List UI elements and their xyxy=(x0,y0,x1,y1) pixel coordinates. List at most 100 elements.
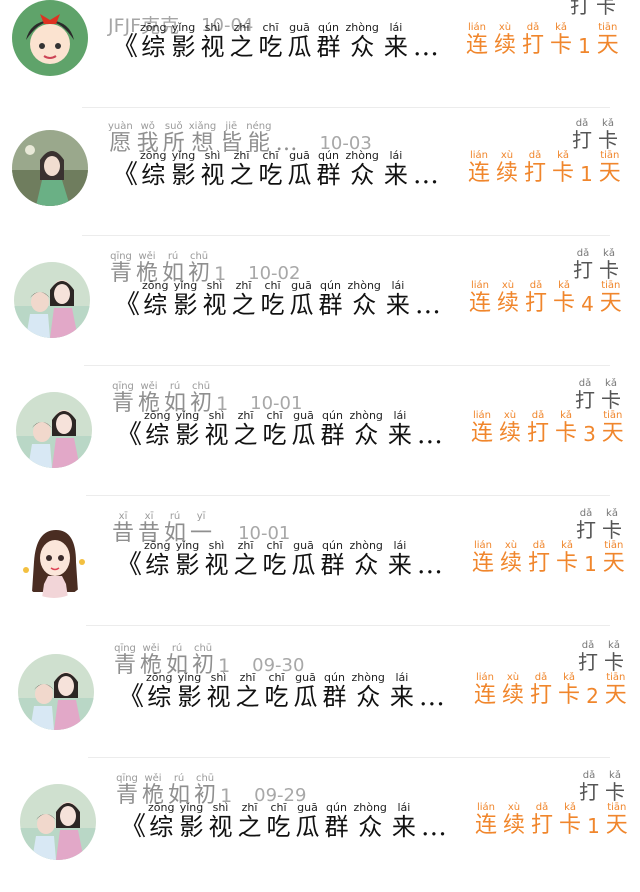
pinyin: zōng xyxy=(142,279,169,292)
hanzi: 天 xyxy=(599,291,622,316)
ruby-char: zōng 综 xyxy=(140,150,166,189)
hanzi: 影 xyxy=(171,33,196,61)
checkin-label[interactable]: dǎ打 kǎ卡 xyxy=(579,770,631,803)
streak-days: 1 xyxy=(580,162,593,186)
post-title[interactable]: 《 zōng 综 yǐng 影 shì 视 zhī 之 chī 吃 guā 瓜 qún 群 zhòng 众 lái… xyxy=(120,802,447,841)
hanzi: 群 xyxy=(318,291,343,319)
hanzi: 天 xyxy=(596,33,619,58)
avatar[interactable] xyxy=(16,392,92,468)
avatar[interactable] xyxy=(18,654,94,730)
post-title[interactable]: 《 zōng 综 yǐng 影 shì 视 zhī 之 chī 吃 guā 瓜 qún 群 zhòng 众 lái… xyxy=(116,540,443,579)
checkin-label[interactable]: dǎ打 kǎ卡 xyxy=(570,0,622,17)
pinyin: zhī xyxy=(239,671,256,684)
pinyin: zhī xyxy=(235,279,252,292)
pinyin: tiān xyxy=(606,672,626,683)
hanzi: 卡 xyxy=(558,683,581,708)
ruby-char: dǎ打 xyxy=(570,0,590,17)
hanzi: 群 xyxy=(316,33,341,61)
hanzi: 影 xyxy=(179,813,204,841)
avatar[interactable] xyxy=(16,522,92,598)
checkin-label[interactable]: dǎ打 kǎ卡 xyxy=(573,248,625,281)
hanzi: 之 xyxy=(231,291,256,319)
avatar[interactable] xyxy=(12,0,88,76)
streak-badge: lián 连 xù 续 dǎ 打 kǎ 卡 4 tiān 天 xyxy=(469,280,628,317)
ruby-char: xù 续 xyxy=(497,280,519,317)
pinyin: zōng xyxy=(146,671,173,684)
hanzi: 打 xyxy=(575,388,595,412)
ruby-char: zōng 综 xyxy=(148,802,174,841)
pinyin: lái xyxy=(391,279,405,292)
pinyin: yǐng xyxy=(179,801,204,814)
ruby-char: qún 群 xyxy=(320,410,344,449)
ruby-char: dǎ打 xyxy=(576,508,596,541)
ruby-char: zōng 综 xyxy=(142,280,168,319)
feed-item[interactable]: qīng 青 wěi 桅 rú 如 chū 初 1 09-30 dǎ 打 kǎ 卡《 zōng 综 yǐng 影 s… xyxy=(0,632,640,762)
title-bracket: 《 xyxy=(114,290,141,320)
pinyin: kǎ xyxy=(560,410,573,421)
ruby-char: tiān 天 xyxy=(600,280,622,317)
hanzi: 连 xyxy=(474,683,497,708)
pinyin: guā xyxy=(293,539,314,552)
feed-item[interactable]: yuàn 愿 wǒ 我 suǒ 所 xiǎng 想 jiē 皆 néng 能… 10-03 dǎ 打 kǎ 卡《… xyxy=(0,110,640,240)
hanzi: 卡 xyxy=(559,813,582,838)
ruby-char: yǐng 影 xyxy=(175,540,199,579)
hanzi: 打 xyxy=(579,780,599,804)
hanzi: 影 xyxy=(173,291,198,319)
pinyin: chī xyxy=(262,21,279,34)
feed-item[interactable]: JFJF克克10-04dǎ打kǎ卡《zōng综yǐng影shì视zhī之chī吃… xyxy=(0,0,640,112)
pinyin: guā xyxy=(289,21,310,34)
ruby-char: kǎ卡 xyxy=(605,770,625,803)
ruby-char: kǎ卡 xyxy=(556,540,578,577)
ruby-char: yǐng 影 xyxy=(177,672,201,711)
post-title[interactable]: 《 zōng 综 yǐng 影 shì 视 zhī 之 chī 吃 guā 瓜 qún 群 zhòng 众 lái… xyxy=(118,672,445,711)
post-title[interactable]: 《 zōng 综 yǐng 影 shì 视 zhī 之 chī 吃 guā 瓜 qún 群 zhòng 众 lái… xyxy=(116,410,443,449)
hanzi: 天 xyxy=(601,421,624,446)
hanzi: 天 xyxy=(604,683,627,708)
post-title[interactable]: 《 zōng 综 yǐng 影 shì 视 zhī 之 chī 吃 guā 瓜 qún 群 zhòng 众 lái… xyxy=(112,150,439,189)
hanzi: 影 xyxy=(171,161,196,189)
checkin-label[interactable]: dǎ打 kǎ卡 xyxy=(575,378,627,411)
pinyin: zhòng xyxy=(353,801,387,814)
hanzi: 视 xyxy=(204,551,229,579)
hanzi: 连 xyxy=(468,161,491,186)
pinyin: chī xyxy=(266,539,283,552)
ruby-char: tiān 天 xyxy=(602,410,624,447)
ruby-char: lián 连 xyxy=(468,150,490,187)
pinyin: kǎ xyxy=(557,150,570,161)
ruby-char: tiān 天 xyxy=(599,150,621,187)
post-title[interactable]: 《 zōng 综 yǐng 影 shì 视 zhī 之 chī 吃 guā 瓜 qún 群 zhòng 众 lái… xyxy=(112,22,439,61)
pinyin: xù xyxy=(506,672,520,683)
ruby-char: shì 视 xyxy=(208,802,232,841)
avatar[interactable] xyxy=(14,262,90,338)
avatar[interactable] xyxy=(20,784,96,860)
checkin-label[interactable]: dǎ打 kǎ卡 xyxy=(576,508,628,541)
pinyin: dǎ xyxy=(528,150,542,161)
pinyin: qún xyxy=(318,21,339,34)
feed-item[interactable]: qīng 青 wěi 桅 rú 如 chū 初 1 10-02 dǎ 打 kǎ 卡《 zōng 综 yǐng 影 s… xyxy=(0,240,640,370)
ruby-char: lái 来 xyxy=(386,280,410,319)
ruby-char: guā 瓜 xyxy=(295,802,319,841)
title-ellipsis: … xyxy=(412,160,439,190)
hanzi: 来 xyxy=(387,421,412,449)
title-ellipsis: … xyxy=(416,420,443,450)
ruby-char: yǐng 影 xyxy=(175,410,199,449)
ruby-char: guā 瓜 xyxy=(287,150,311,189)
pinyin: zhòng xyxy=(349,539,383,552)
ruby-char: qún 群 xyxy=(320,540,344,579)
hanzi: 天 xyxy=(605,813,628,838)
feed-item[interactable]: xī 昔 xī 昔 rú 如 yī 一 10-01 dǎ 打 kǎ 卡《 zōng 综 yǐng 影 shì 视 zh… xyxy=(0,500,640,630)
ruby-char: dǎ打 xyxy=(522,22,544,59)
feed-item[interactable]: qīng 青 wěi 桅 rú 如 chū 初 1 09-29 dǎ 打 kǎ 卡《 zōng 综 yǐng 影 s… xyxy=(0,762,640,892)
ruby-char: chī 吃 xyxy=(260,280,284,319)
ruby-char: dǎ打 xyxy=(579,770,599,803)
pinyin: tiān xyxy=(607,802,627,813)
pinyin: zōng xyxy=(140,21,167,34)
row-divider xyxy=(88,757,610,758)
feed-item[interactable]: qīng 青 wěi 桅 rú 如 chū 初 1 10-01 dǎ 打 kǎ 卡《 zōng 综 yǐng 影 s… xyxy=(0,370,640,500)
checkin-label[interactable]: dǎ打 kǎ卡 xyxy=(578,640,630,673)
pinyin: xù xyxy=(507,802,521,813)
pinyin: shì xyxy=(212,801,229,814)
post-title[interactable]: 《 zōng 综 yǐng 影 shì 视 zhī 之 chī 吃 guā 瓜 qún 群 zhòng 众 lái… xyxy=(114,280,441,319)
checkin-label[interactable]: dǎ打 kǎ卡 xyxy=(572,118,624,151)
avatar[interactable] xyxy=(12,130,88,206)
